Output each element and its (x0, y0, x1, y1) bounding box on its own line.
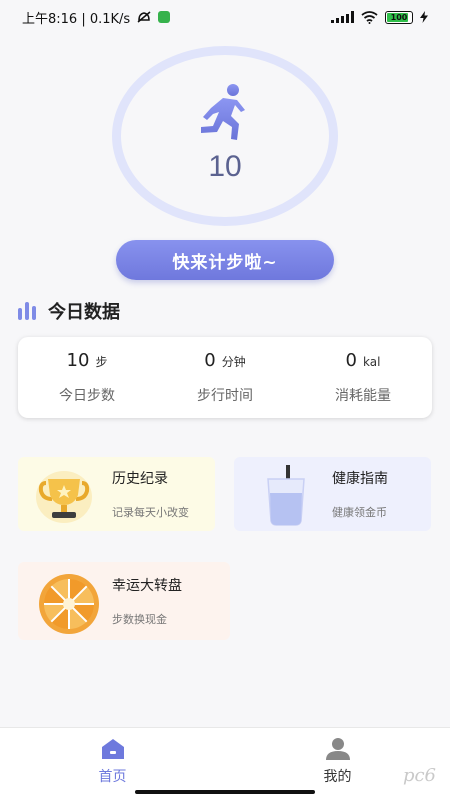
stat-steps-label: 今日步数 (59, 388, 115, 404)
history-card[interactable]: 历史纪录 记录每天小改变 (18, 457, 215, 531)
stat-energy-unit: kal (363, 355, 381, 369)
today-data-header: 今日数据 (18, 298, 120, 324)
stat-energy-label: 消耗能量 (335, 388, 391, 404)
health-subtitle: 健康领金币 (332, 506, 387, 519)
charging-icon (420, 11, 428, 23)
start-counting-button[interactable]: 快来计步啦~ (116, 240, 334, 280)
home-indicator[interactable] (135, 790, 315, 794)
step-count: 10 (208, 150, 242, 183)
status-bar: 上午8:16 | 0.1K/s 100 (0, 0, 450, 34)
home-icon (101, 739, 124, 759)
battery-level: 100 (390, 12, 408, 22)
nav-mine-label: 我的 (323, 769, 352, 785)
trophy-icon (36, 471, 92, 523)
mute-alarm-icon (137, 11, 151, 23)
user-icon (325, 738, 350, 760)
history-subtitle: 记录每天小改变 (112, 506, 189, 519)
app-notification-icon (158, 11, 171, 23)
health-guide-card[interactable]: 健康指南 健康领金币 (234, 457, 431, 531)
battery-icon: 100 (385, 10, 413, 24)
wheel-subtitle: 步数换现金 (112, 613, 167, 626)
nav-home-label: 首页 (98, 769, 127, 785)
stat-walk-time-unit: 分钟 (221, 355, 246, 369)
stat-energy: 0 kal 消耗能量 (294, 337, 432, 418)
step-ring: 10 (112, 46, 338, 226)
lucky-wheel-icon (39, 574, 99, 634)
health-title: 健康指南 (332, 471, 388, 487)
runner-icon (201, 84, 245, 140)
lucky-wheel-card[interactable]: 幸运大转盘 步数换现金 (18, 562, 230, 640)
status-right: 100 (331, 10, 428, 24)
section-title: 今日数据 (48, 302, 120, 323)
stat-energy-value: 0 (345, 350, 357, 371)
stat-walk-time-label: 步行时间 (197, 388, 253, 404)
stat-walk-time: 0 分钟 步行时间 (156, 337, 294, 418)
today-stats-card: 10 步 今日步数 0 分钟 步行时间 0 kal 消耗能量 (18, 337, 432, 418)
watermark: pc6 (402, 765, 436, 786)
stat-walk-time-value: 0 (204, 350, 216, 371)
stat-steps: 10 步 今日步数 (18, 337, 156, 418)
stat-steps-unit: 步 (95, 355, 108, 369)
bar-chart-icon (18, 302, 36, 320)
wifi-icon (361, 10, 378, 24)
stat-steps-value: 10 (66, 350, 90, 371)
history-title: 历史纪录 (112, 471, 168, 487)
wheel-title: 幸运大转盘 (112, 578, 182, 594)
signal-icon (331, 11, 354, 23)
status-left: 上午8:16 | 0.1K/s (22, 8, 171, 27)
status-time-speed: 上午8:16 | 0.1K/s (22, 11, 131, 27)
water-glass-icon (267, 465, 305, 526)
